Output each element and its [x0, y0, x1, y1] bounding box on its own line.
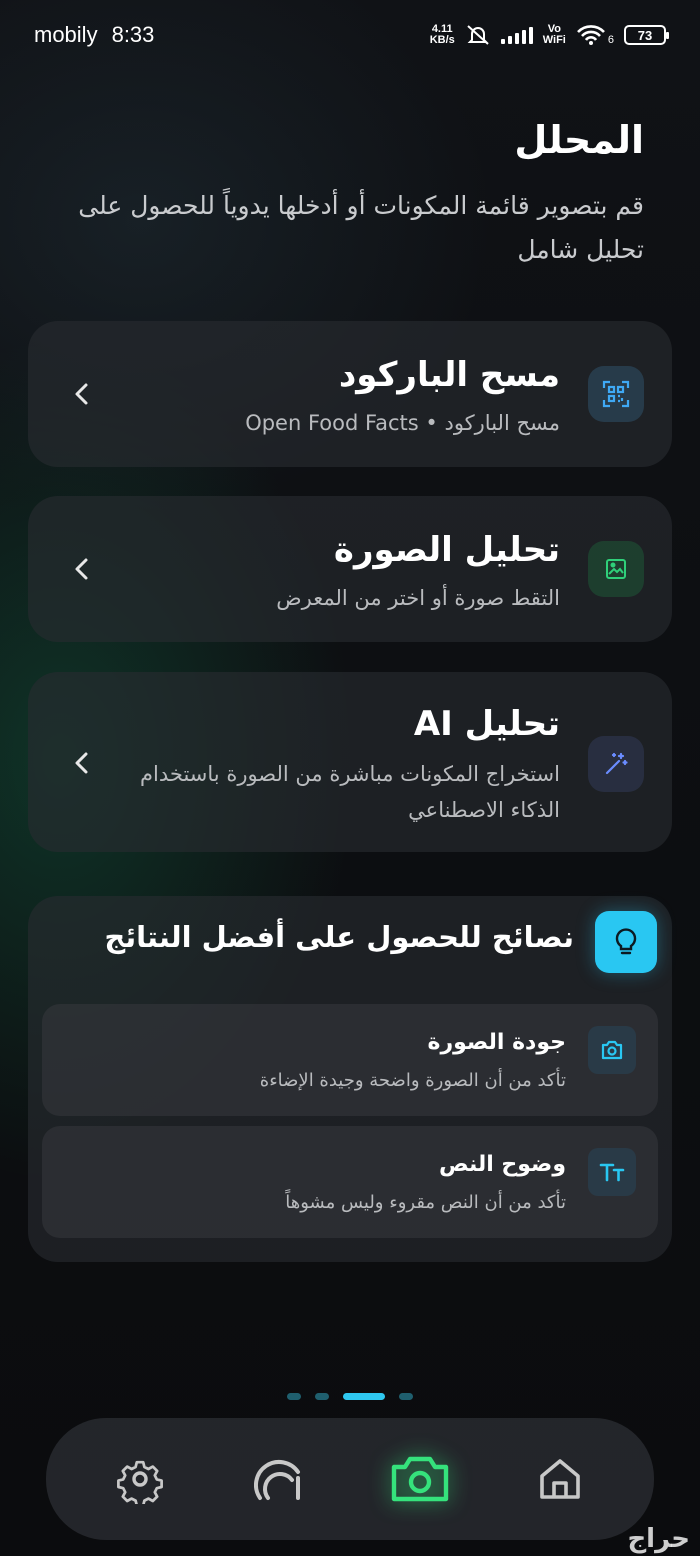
tip-title: جودة الصورة: [427, 1030, 566, 1055]
status-right: 4.11 KB/s Vo WiFi 6 73: [430, 24, 669, 46]
battery-level: 73: [637, 27, 653, 43]
gauge-icon: [254, 1459, 300, 1500]
page-subtitle: قم بتصوير قائمة المكونات أو أدخلها يدويا…: [78, 191, 644, 264]
image-analysis-subtitle: التقط صورة أو اختر من المعرض: [276, 586, 560, 610]
camera-icon: [588, 1026, 636, 1074]
image-analysis-card[interactable]: تحليل الصورة التقط صورة أو اختر من المعر…: [28, 496, 672, 642]
wifi-number: 6: [607, 34, 614, 46]
carrier-name: mobily: [34, 22, 98, 47]
page-dot[interactable]: [287, 1393, 301, 1400]
image-analysis-title: تحليل الصورة: [333, 530, 560, 570]
nav-home-button[interactable]: [520, 1439, 600, 1519]
bottom-navigation: [46, 1418, 654, 1540]
qr-scan-icon: [588, 366, 644, 422]
clock: 8:33: [111, 22, 155, 47]
lightbulb-icon: [595, 911, 657, 973]
image-icon: [588, 541, 644, 597]
chevron-left-icon: [75, 752, 88, 774]
tip-subtitle: تأكد من أن النص مقروء وليس مشوهاً: [285, 1192, 566, 1213]
page-header: المحلل قم بتصوير قائمة المكونات أو أدخله…: [56, 118, 644, 272]
barcode-scan-title: مسح الباركود: [338, 355, 560, 395]
camera-icon: [391, 1456, 449, 1502]
nav-settings-button[interactable]: [100, 1439, 180, 1519]
magic-wand-icon: [588, 736, 644, 792]
chevron-left-icon: [75, 558, 88, 580]
text-size-icon: [588, 1148, 636, 1196]
tips-section: نصائح للحصول على أفضل النتائج جودة الصور…: [28, 896, 672, 1262]
tip-item: وضوح النص تأكد من أن النص مقروء وليس مشو…: [42, 1126, 658, 1238]
page-indicator: [0, 1393, 700, 1400]
page-dot[interactable]: [315, 1393, 329, 1400]
page-dot-active[interactable]: [343, 1393, 385, 1400]
page-title: المحلل: [514, 118, 644, 162]
status-bar: mobily 8:33 4.11 KB/s Vo WiFi 6 73: [0, 0, 700, 70]
nav-gauge-button[interactable]: [240, 1439, 320, 1519]
network-speed-unit: KB/s: [429, 34, 455, 46]
home-icon: [540, 1459, 580, 1499]
barcode-scan-subtitle: مسح الباركود • Open Food Facts: [245, 411, 560, 435]
network-speed: 4.11 KB/s: [430, 24, 455, 46]
vowifi-bottom: WiFi: [542, 34, 566, 46]
battery-icon: 73: [624, 25, 669, 45]
tips-title: نصائح للحصول على أفضل النتائج: [104, 920, 574, 954]
chevron-left-icon: [75, 383, 88, 405]
nav-camera-button[interactable]: [380, 1439, 460, 1519]
vowifi-label: Vo WiFi: [543, 24, 566, 46]
cell-signal-icon: [500, 26, 533, 44]
tip-title: وضوح النص: [438, 1152, 566, 1177]
status-left: mobily 8:33: [34, 22, 154, 48]
wifi-icon: [576, 25, 605, 45]
barcode-scan-card[interactable]: مسح الباركود مسح الباركود • Open Food Fa…: [28, 321, 672, 467]
page-dot[interactable]: [399, 1393, 413, 1400]
ai-analysis-title: تحليل AI: [413, 704, 560, 744]
watermark-logo: حراج: [627, 1524, 690, 1554]
tip-item: جودة الصورة تأكد من أن الصورة واضحة وجيد…: [42, 1004, 658, 1116]
gear-icon: [117, 1460, 163, 1504]
ai-analysis-subtitle: استخراج المكونات مباشرة من الصورة باستخد…: [140, 762, 560, 822]
ai-analysis-card[interactable]: تحليل AI استخراج المكونات مباشرة من الصو…: [28, 672, 672, 852]
mute-bell-icon: [467, 25, 489, 45]
tip-subtitle: تأكد من أن الصورة واضحة وجيدة الإضاءة: [259, 1070, 566, 1091]
